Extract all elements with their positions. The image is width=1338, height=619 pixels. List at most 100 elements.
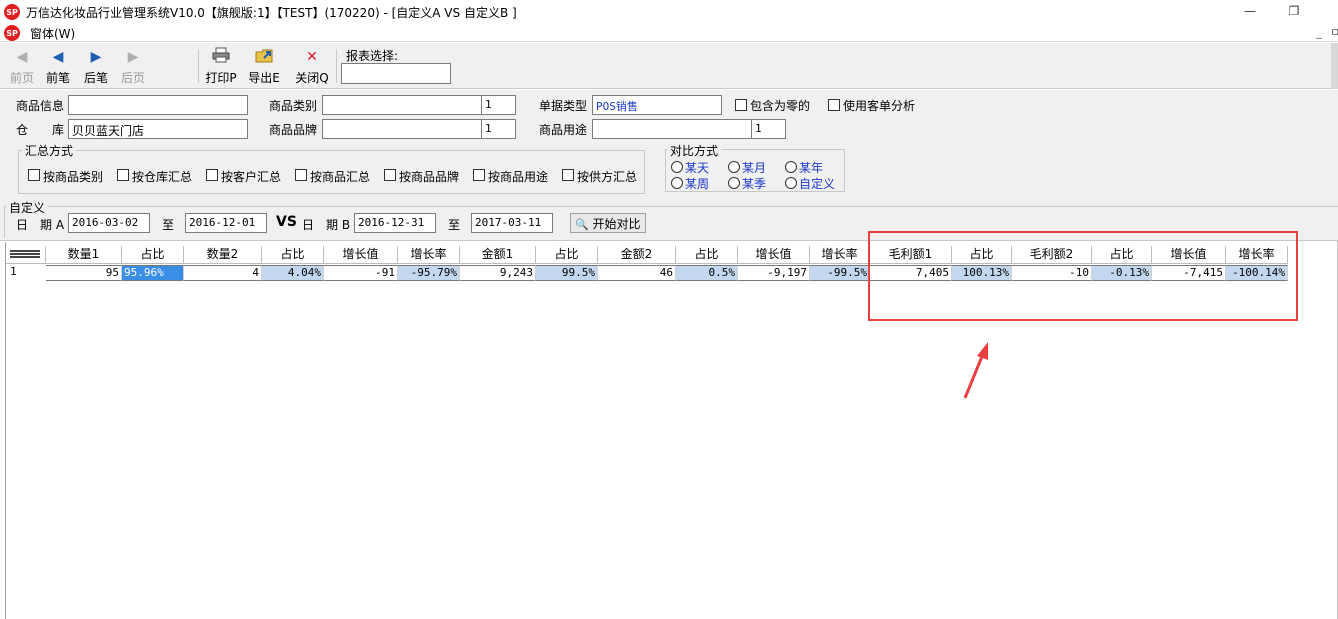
arrow-left-icon: ◀	[52, 49, 64, 65]
mdi-restore-button[interactable]: ㅁ	[1328, 26, 1338, 40]
product-usage-label: 商品用途	[539, 123, 588, 137]
compare-day-radio[interactable]	[671, 161, 683, 173]
summary-by-usage-label: 按商品用途	[488, 170, 549, 184]
toolbar-separator	[336, 49, 337, 83]
toolbar: ◀ 前页 ◀ 前笔 ▶ 后笔 ▶ 后页 打印P 导出E ✕ 关闭Q 报表选择:	[0, 43, 1338, 89]
include-zero-checkbox[interactable]	[735, 99, 747, 111]
product-brand-count[interactable]: 1	[481, 119, 516, 139]
app-logo-icon: SP	[4, 4, 20, 20]
prev-page-button[interactable]: ◀ 前页	[2, 47, 42, 87]
product-category-input[interactable]	[322, 95, 482, 115]
table-cell[interactable]: 4	[184, 265, 262, 281]
summary-by-category-checkbox[interactable]	[28, 169, 40, 181]
print-button[interactable]: 打印P	[201, 47, 241, 87]
summary-by-warehouse-label: 按仓库汇总	[132, 170, 193, 184]
toolbar-separator	[198, 49, 199, 83]
report-select-input[interactable]	[341, 63, 451, 84]
date-b-label: 日 期 B	[302, 218, 351, 232]
annotation-arrow-icon	[963, 342, 988, 399]
compare-year-radio[interactable]	[785, 161, 797, 173]
compare-mode-title: 对比方式	[667, 142, 722, 159]
product-usage-input[interactable]	[592, 119, 752, 139]
compare-week-radio[interactable]	[671, 177, 683, 189]
column-header[interactable]: 数量1	[46, 246, 122, 264]
doc-type-label: 单据类型	[539, 99, 588, 113]
date-a-to-label: 至	[162, 218, 175, 232]
summary-by-warehouse-checkbox[interactable]	[117, 169, 129, 181]
product-brand-input[interactable]	[322, 119, 482, 139]
toolbar-edge	[1331, 43, 1338, 89]
date-a-from-input[interactable]: 2016-03-02	[68, 213, 150, 233]
arrow-right-icon: ▶	[90, 49, 102, 65]
date-b-to-input[interactable]: 2017-03-11	[471, 213, 553, 233]
summary-by-brand-label: 按商品品牌	[399, 170, 460, 184]
search-icon: 🔍	[575, 218, 589, 231]
compare-month-radio[interactable]	[728, 161, 740, 173]
table-cell[interactable]: -99.5%	[810, 265, 870, 281]
table-cell[interactable]: 95.96%	[122, 265, 184, 281]
product-info-label: 商品信息	[16, 99, 65, 113]
summary-by-product-checkbox[interactable]	[295, 169, 307, 181]
product-brand-label: 商品品牌	[269, 123, 318, 137]
product-info-input[interactable]	[68, 95, 248, 115]
date-b-from-input[interactable]: 2016-12-31	[354, 213, 436, 233]
grid-corner-icon[interactable]	[6, 246, 46, 264]
close-icon: ✕	[306, 49, 318, 65]
table-cell[interactable]: -9,197	[738, 265, 810, 281]
printer-icon	[201, 47, 241, 67]
custom-title: 自定义	[6, 199, 49, 216]
table-cell[interactable]: 46	[598, 265, 676, 281]
column-header[interactable]: 增长值	[324, 246, 398, 264]
table-cell[interactable]: 4.04%	[262, 265, 324, 281]
customer-analysis-checkbox[interactable]	[828, 99, 840, 111]
mdi-minimize-button[interactable]: _	[1312, 26, 1326, 40]
column-header[interactable]: 金额2	[598, 246, 676, 264]
product-category-count[interactable]: 1	[481, 95, 516, 115]
summary-by-supplier-checkbox[interactable]	[562, 169, 574, 181]
minimize-button[interactable]: —	[1240, 2, 1260, 20]
report-select-label: 报表选择:	[346, 49, 399, 63]
column-header[interactable]: 金额1	[460, 246, 536, 264]
column-header[interactable]: 增长值	[738, 246, 810, 264]
export-button[interactable]: 导出E	[244, 47, 284, 87]
column-header[interactable]: 占比	[536, 246, 598, 264]
prev-record-button[interactable]: ◀ 前笔	[38, 47, 78, 87]
column-header[interactable]: 增长率	[398, 246, 460, 264]
table-cell[interactable]: 9,243	[460, 265, 536, 281]
compare-quarter-label: 某季	[742, 177, 767, 191]
column-header[interactable]: 占比	[262, 246, 324, 264]
compare-custom-label: 自定义	[799, 177, 836, 191]
summary-by-brand-checkbox[interactable]	[384, 169, 396, 181]
table-cell[interactable]: -95.79%	[398, 265, 460, 281]
column-header[interactable]: 占比	[676, 246, 738, 264]
summary-by-usage-checkbox[interactable]	[473, 169, 485, 181]
compare-year-label: 某年	[799, 161, 824, 175]
customer-analysis-label: 使用客单分析	[843, 99, 916, 113]
table-cell[interactable]: 99.5%	[536, 265, 598, 281]
annotation-highlight-box	[868, 231, 1298, 321]
row-number: 1	[10, 265, 17, 278]
close-button[interactable]: ✕ 关闭Q	[292, 47, 332, 87]
grid-left-border	[5, 242, 6, 619]
column-header[interactable]: 数量2	[184, 246, 262, 264]
next-record-button[interactable]: ▶ 后笔	[76, 47, 116, 87]
table-cell[interactable]: -91	[324, 265, 398, 281]
date-a-label: 日 期 A	[16, 218, 65, 232]
product-usage-count[interactable]: 1	[751, 119, 786, 139]
menu-logo-icon: SP	[4, 25, 20, 41]
start-compare-button[interactable]: 🔍 开始对比	[570, 213, 646, 233]
compare-custom-radio[interactable]	[785, 177, 797, 189]
warehouse-input[interactable]: 贝贝蓝天门店	[68, 119, 248, 139]
compare-quarter-radio[interactable]	[728, 177, 740, 189]
table-cell[interactable]: 95	[46, 265, 122, 281]
doc-type-input[interactable]: POS销售	[592, 95, 722, 115]
compare-day-label: 某天	[685, 161, 710, 175]
table-cell[interactable]: 0.5%	[676, 265, 738, 281]
summary-by-customer-checkbox[interactable]	[206, 169, 218, 181]
next-page-button[interactable]: ▶ 后页	[113, 47, 153, 87]
restore-button[interactable]: ❐	[1284, 2, 1304, 20]
column-header[interactable]: 增长率	[810, 246, 870, 264]
column-header[interactable]: 占比	[122, 246, 184, 264]
date-a-to-input[interactable]: 2016-12-01	[185, 213, 267, 233]
menu-window[interactable]: 窗体(W)	[30, 25, 75, 42]
